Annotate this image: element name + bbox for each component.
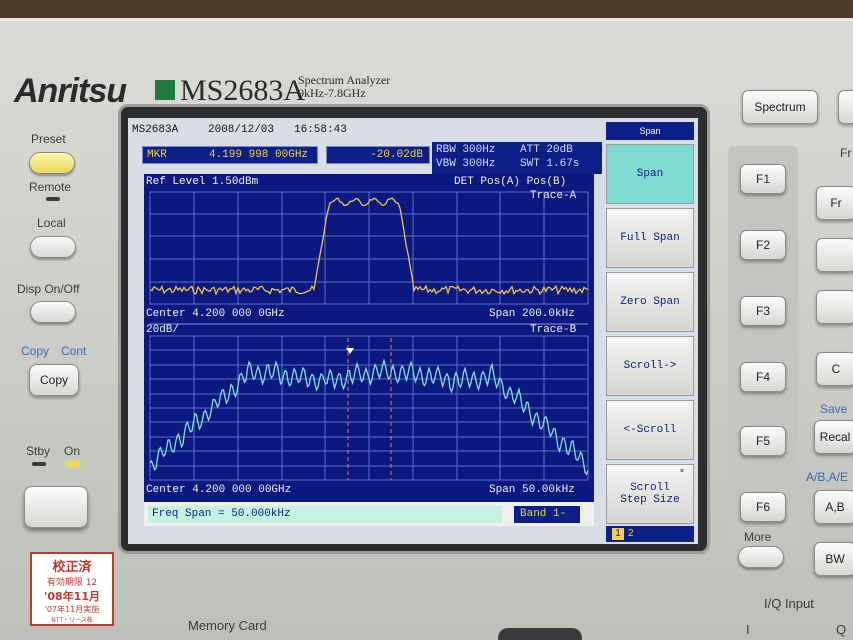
f6-button[interactable]: F6 — [740, 492, 786, 522]
marker-level: -20.02dB — [370, 149, 423, 161]
marker-freq: 4.199 998 00GHz — [209, 149, 309, 161]
softkey-span[interactable]: Span — [606, 144, 694, 204]
page-2[interactable]: 2 — [628, 528, 634, 539]
trace-a-name: Trace-A — [530, 190, 577, 202]
trace-b-span: Span 50.00kHz — [489, 484, 575, 496]
softkey-full-span[interactable]: Full Span — [606, 208, 694, 268]
top-right-button[interactable] — [838, 90, 853, 124]
sticker-title: 校正済 — [52, 560, 92, 575]
trace-b-scale: 20dB/ — [146, 324, 180, 336]
memory-card-slot[interactable] — [498, 628, 582, 640]
right-button-c[interactable]: C — [816, 352, 853, 386]
trace-a-center: Center 4.200 000 0GHz — [146, 308, 285, 320]
sticker-line3: '08年11月 — [44, 590, 100, 603]
local-label: Local — [37, 216, 66, 230]
ab-caption: A/B,A/E — [806, 470, 849, 484]
more-label: More — [744, 530, 772, 544]
memory-card-label: Memory Card — [188, 618, 267, 633]
bw-box: RBW 300Hz VBW 300Hz ATT 20dB SWT 1.67s — [432, 142, 602, 174]
brand-logo: Anritsu — [14, 72, 127, 110]
marker-label: MKR — [147, 149, 167, 161]
softkey-star: * — [678, 469, 685, 480]
plot-area: Ref Level 1.50dBm DET Pos(A) Pos(B) Trac… — [144, 174, 594, 502]
fr-button[interactable]: Fr — [816, 186, 853, 220]
remote-label: Remote — [29, 180, 72, 194]
entry-bar: Freq Span = 50.000kHz Band 1- — [144, 502, 594, 526]
ab-button[interactable]: A,B — [814, 490, 853, 524]
right-button-3[interactable] — [816, 290, 853, 324]
remote-led — [46, 197, 60, 201]
save-caption: Save — [820, 402, 848, 416]
model-description: Spectrum Analyzer 9kHz-7.8GHz — [298, 74, 390, 100]
band-indicator: Band 1- — [514, 506, 580, 523]
trace-a-span: Span 200.0kHz — [489, 308, 575, 320]
stby-led — [32, 462, 46, 466]
fr-caption: Fr — [840, 146, 852, 160]
cont-caption: Cont — [61, 344, 87, 358]
softkey-scroll-step-label: Scroll Step Size — [620, 482, 680, 506]
spectrum-button[interactable]: Spectrum — [742, 90, 818, 124]
analyzer-screen: MS2683A 2008/12/03 16:58:43 MKR 4.199 99… — [128, 118, 698, 544]
stby-label: Stby — [26, 444, 51, 458]
softkey-scroll-step[interactable]: Scroll Step Size * — [606, 464, 694, 524]
vbw-value: VBW 300Hz — [436, 158, 496, 170]
f4-button[interactable]: F4 — [740, 362, 786, 392]
softkey-scroll-left[interactable]: <-Scroll — [606, 400, 694, 460]
softkey-scroll-right[interactable]: Scroll-> — [606, 336, 694, 396]
softkey-menu-title: Span — [606, 122, 694, 140]
right-button-2[interactable] — [816, 238, 853, 272]
swt-value: SWT 1.67s — [520, 158, 580, 170]
local-button[interactable] — [30, 236, 76, 258]
calibration-sticker: 校正済 有効期限 12 '08年11月 '07年11月実施 NTT・リース株 — [30, 552, 114, 626]
more-button[interactable] — [738, 546, 784, 568]
sticker-line2: 有効期限 12 — [46, 578, 98, 588]
trace-b-name: Trace-B — [530, 324, 577, 336]
recall-button[interactable]: Recal — [814, 420, 853, 454]
det-info: DET Pos(A) Pos(B) — [454, 176, 567, 188]
rbw-value: RBW 300Hz — [436, 144, 496, 156]
power-button[interactable] — [24, 486, 88, 528]
screen-model: MS2683A — [132, 124, 179, 136]
model-desc-line2: 9kHz-7.8GHz — [298, 86, 366, 100]
page-1[interactable]: 1 — [612, 528, 624, 540]
f5-button[interactable]: F5 — [740, 426, 786, 456]
i-label: I — [746, 622, 750, 637]
iq-input-label: I/Q Input — [764, 596, 814, 611]
screen-date: 2008/12/03 — [208, 124, 275, 136]
marker-level-box: -20.02dB — [326, 146, 430, 164]
preset-button[interactable] — [29, 152, 75, 174]
trace-b-center: Center 4.200 000 00GHz — [146, 484, 292, 496]
freq-span-input[interactable]: Freq Span = 50.000kHz — [148, 506, 502, 523]
f3-button[interactable]: F3 — [740, 296, 786, 326]
copy-caption: Copy — [21, 344, 50, 358]
copy-button[interactable]: Copy — [29, 364, 79, 396]
preset-label: Preset — [31, 132, 66, 146]
status-line: MS2683A 2008/12/03 16:58:43 — [128, 122, 602, 138]
trace-a-graticule — [149, 191, 589, 305]
screen-time: 16:58:43 — [294, 124, 347, 136]
softkey-page-indicator: 1 2 — [606, 526, 694, 542]
brand-square-icon — [155, 80, 175, 100]
bw-button[interactable]: BW — [814, 542, 853, 576]
sticker-line4: '07年11月実施 — [44, 605, 100, 614]
function-key-strip — [728, 146, 798, 546]
ref-level: Ref Level 1.50dBm — [146, 176, 259, 188]
disp-label: Disp On/Off — [17, 282, 80, 296]
f2-button[interactable]: F2 — [740, 230, 786, 260]
att-value: ATT 20dB — [520, 144, 573, 156]
marker-freq-box: MKR 4.199 998 00GHz — [142, 146, 318, 164]
disp-onoff-button[interactable] — [30, 301, 76, 323]
softkey-zero-span[interactable]: Zero Span — [606, 272, 694, 332]
f1-button[interactable]: F1 — [740, 164, 786, 194]
on-led — [66, 462, 80, 466]
marker-triangle-icon — [346, 348, 354, 354]
sticker-line5: NTT・リース株 — [51, 617, 93, 624]
model-name: MS2683A — [180, 74, 306, 107]
on-label: On — [64, 444, 81, 458]
trace-plot-svg — [149, 191, 589, 481]
marker-bar: MKR 4.199 998 00GHz -20.02dB RBW 300Hz V… — [140, 142, 604, 174]
q-label: Q — [836, 622, 847, 637]
